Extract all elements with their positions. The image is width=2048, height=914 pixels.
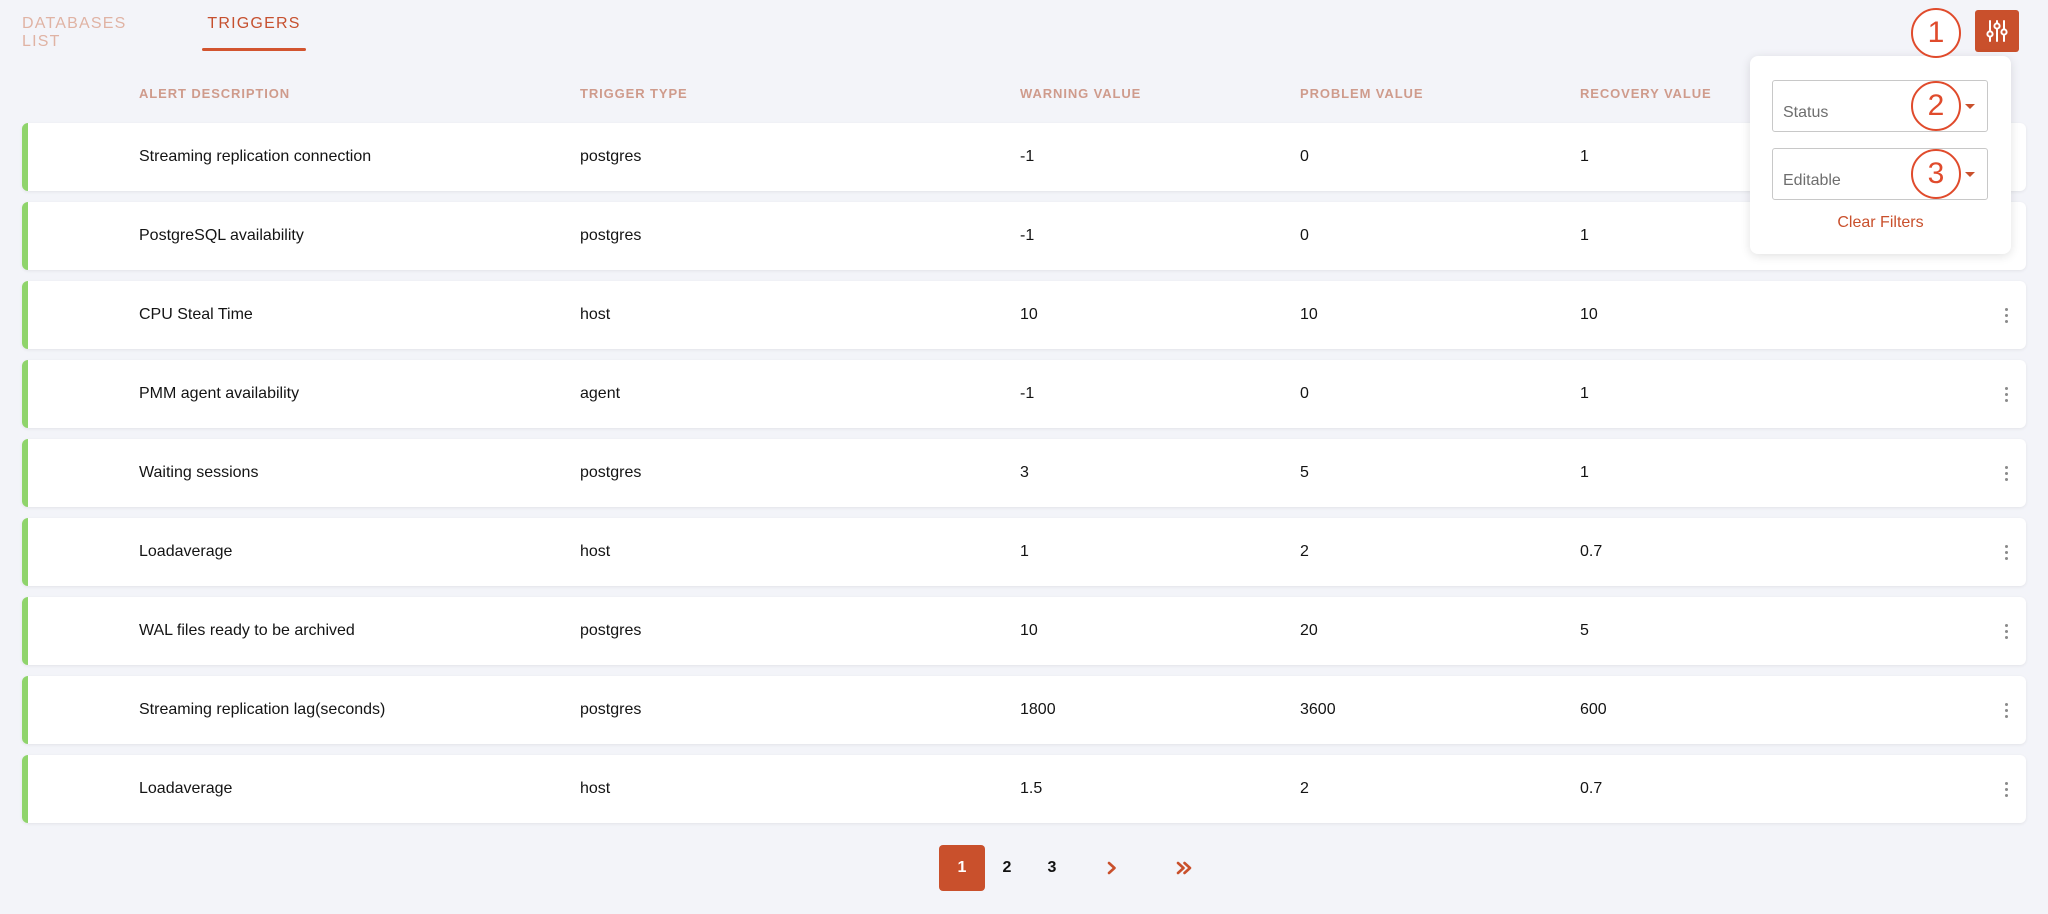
cell-problem-value: 5 [1300, 464, 1309, 481]
cell-problem-value: 0 [1300, 148, 1309, 165]
cell-problem-value: 0 [1300, 385, 1309, 402]
cell-alert-description: WAL files ready to be archived [139, 622, 355, 639]
cell-recovery-value: 1 [1580, 464, 1589, 481]
caret-down-icon [1965, 172, 1975, 177]
table-row[interactable]: PMM agent availability agent -1 0 1 [22, 360, 2026, 428]
cell-problem-value: 3600 [1300, 701, 1336, 718]
kebab-menu-icon[interactable] [1996, 384, 2016, 404]
next-page-button[interactable] [1097, 845, 1127, 891]
double-chevron-right-icon [1176, 861, 1192, 875]
tab-triggers[interactable]: TRIGGERS [202, 0, 306, 52]
callout-1: 1 [1911, 8, 1961, 58]
table-row[interactable]: PostgreSQL availability postgres -1 0 1 [22, 202, 2026, 270]
cell-trigger-type: host [580, 306, 611, 323]
cell-trigger-type: host [580, 543, 611, 560]
cell-problem-value: 0 [1300, 227, 1309, 244]
kebab-menu-icon[interactable] [1996, 305, 2016, 325]
cell-warning-value: 3 [1020, 464, 1029, 481]
cell-alert-description: Streaming replication lag(seconds) [139, 701, 386, 718]
page-button-2[interactable]: 2 [992, 845, 1022, 891]
chevron-right-icon [1107, 861, 1116, 875]
cell-problem-value: 2 [1300, 543, 1309, 560]
cell-alert-description: PMM agent availability [139, 385, 300, 402]
cell-trigger-type: postgres [580, 227, 642, 244]
cell-warning-value: 10 [1020, 622, 1038, 639]
kebab-menu-icon[interactable] [1996, 779, 2016, 799]
cell-warning-value: 1800 [1020, 701, 1056, 718]
cell-alert-description: Waiting sessions [139, 464, 259, 481]
column-header-recovery-value[interactable]: RECOVERY VALUE [1580, 86, 1712, 101]
status-filter-placeholder: Status [1783, 104, 1829, 121]
cell-recovery-value: 5 [1580, 622, 1589, 639]
clear-filters-button[interactable]: Clear Filters [1750, 214, 2011, 232]
pagination: 1 2 3 [0, 845, 2048, 891]
caret-down-icon [1965, 104, 1975, 109]
cell-recovery-value: 600 [1580, 701, 1607, 718]
cell-alert-description: PostgreSQL availability [139, 227, 304, 244]
kebab-menu-icon[interactable] [1996, 542, 2016, 562]
table-row[interactable]: WAL files ready to be archived postgres 10… [22, 597, 2026, 665]
cell-trigger-type: postgres [580, 148, 642, 165]
cell-alert-description: Loadaverage [139, 780, 233, 797]
cell-problem-value: 20 [1300, 622, 1318, 639]
cell-alert-description: Loadaverage [139, 543, 233, 560]
cell-warning-value: -1 [1020, 148, 1035, 165]
cell-recovery-value: 10 [1580, 306, 1598, 323]
cell-recovery-value: 0.7 [1580, 543, 1603, 560]
table-row[interactable]: Loadaverage host 1.5 2 0.7 [22, 755, 2026, 823]
table-row[interactable]: Streaming replication lag(seconds) postgr… [22, 676, 2026, 744]
cell-problem-value: 10 [1300, 306, 1318, 323]
column-header-trigger-type[interactable]: TRIGGER TYPE [580, 86, 688, 101]
kebab-menu-icon[interactable] [1996, 700, 2016, 720]
cell-alert-description: Streaming replication connection [139, 148, 372, 165]
table-row[interactable]: CPU Steal Time host 10 10 10 [22, 281, 2026, 349]
cell-recovery-value: 1 [1580, 148, 1589, 165]
triggers-page: DATABASES LIST TRIGGERS ALERT DESCRIPTIO… [0, 0, 2048, 914]
cell-alert-description: CPU Steal Time [139, 306, 253, 323]
cell-recovery-value: 0.7 [1580, 780, 1603, 797]
column-header-problem-value[interactable]: PROBLEM VALUE [1300, 86, 1423, 101]
cell-trigger-type: host [580, 780, 611, 797]
cell-warning-value: 10 [1020, 306, 1038, 323]
filter-toggle-button[interactable] [1975, 10, 2019, 52]
callout-2: 2 [1911, 81, 1961, 131]
cell-warning-value: 1 [1020, 543, 1029, 560]
page-button-3[interactable]: 3 [1037, 845, 1067, 891]
tab-databases-list[interactable]: DATABASES LIST [22, 0, 126, 52]
kebab-menu-icon[interactable] [1996, 621, 2016, 641]
editable-filter-placeholder: Editable [1783, 172, 1841, 189]
cell-warning-value: -1 [1020, 227, 1035, 244]
table-row[interactable]: Waiting sessions postgres 3 5 1 [22, 439, 2026, 507]
column-header-warning-value[interactable]: WARNING VALUE [1020, 86, 1141, 101]
callout-3: 3 [1911, 149, 1961, 199]
cell-trigger-type: agent [580, 385, 621, 402]
column-header-alert-description[interactable]: ALERT DESCRIPTION [139, 86, 290, 101]
kebab-menu-icon[interactable] [1996, 463, 2016, 483]
cell-trigger-type: postgres [580, 701, 642, 718]
cell-warning-value: -1 [1020, 385, 1035, 402]
sliders-icon [1986, 20, 2008, 42]
last-page-button[interactable] [1169, 845, 1199, 891]
cell-recovery-value: 1 [1580, 385, 1589, 402]
cell-trigger-type: postgres [580, 622, 642, 639]
cell-problem-value: 2 [1300, 780, 1309, 797]
table-row[interactable]: Streaming replication connection postgres… [22, 123, 2026, 191]
cell-recovery-value: 1 [1580, 227, 1589, 244]
filter-panel: Status Editable Clear Filters [1750, 56, 2011, 254]
cell-trigger-type: postgres [580, 464, 642, 481]
page-button-1[interactable]: 1 [939, 845, 985, 891]
cell-warning-value: 1.5 [1020, 780, 1043, 797]
table-row[interactable]: Loadaverage host 1 2 0.7 [22, 518, 2026, 586]
